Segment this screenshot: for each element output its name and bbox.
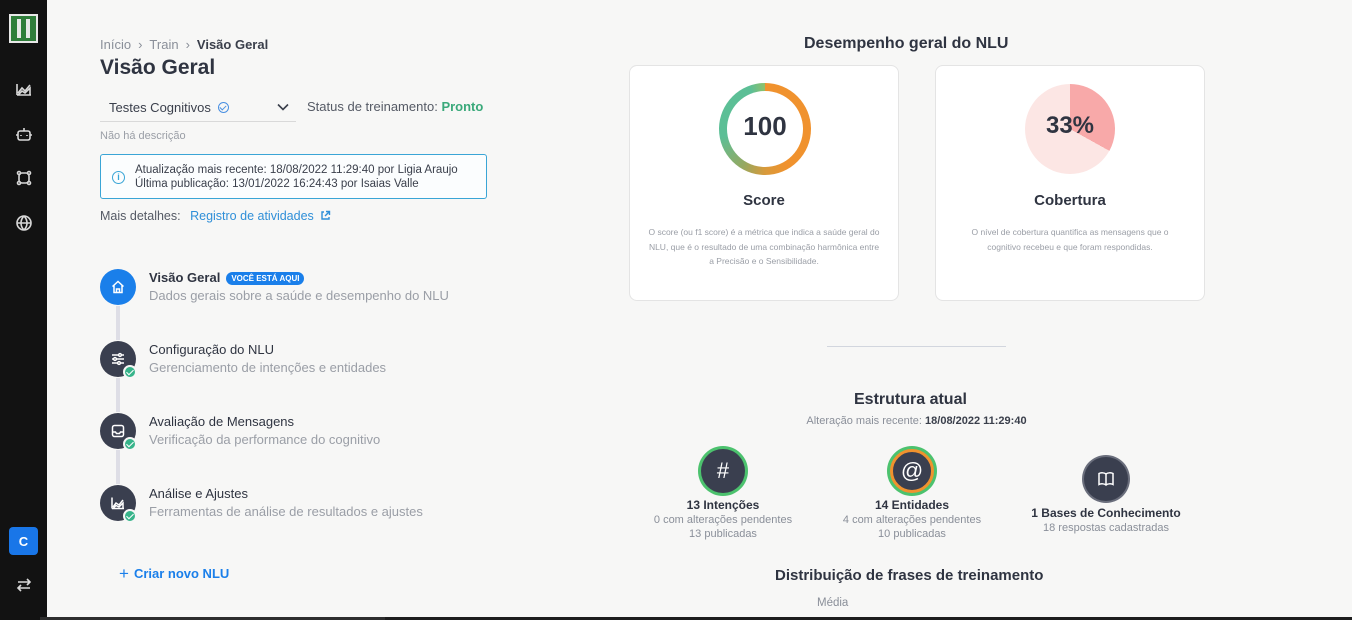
more-details: Mais detalhes: Registro de atividades bbox=[100, 209, 331, 223]
entities-pending: 4 com alterações pendentes bbox=[842, 514, 982, 526]
more-details-label: Mais detalhes: bbox=[100, 209, 181, 223]
intents-published: 13 publicadas bbox=[689, 528, 757, 540]
chevron-right-icon: › bbox=[138, 37, 143, 52]
nlu-description: Não há descrição bbox=[100, 130, 186, 142]
step-subtitle: Verificação da performance do cognitivo bbox=[149, 432, 381, 447]
step-analysis[interactable]: Análise e Ajustes Ferramentas de análise… bbox=[100, 485, 520, 525]
chart-line-icon[interactable] bbox=[12, 77, 36, 101]
step-subtitle: Dados gerais sobre a saúde e desempenho … bbox=[149, 288, 449, 303]
performance-title: Desempenho geral do NLU bbox=[804, 35, 1009, 52]
home-icon bbox=[100, 269, 136, 305]
hub-icon[interactable] bbox=[12, 166, 36, 190]
coverage-value: 33% bbox=[1045, 112, 1095, 139]
entities-label: 14 Entidades bbox=[874, 498, 950, 512]
step-title: Análise e Ajustes bbox=[149, 486, 249, 501]
sidebar: C bbox=[0, 0, 47, 620]
user-avatar[interactable]: C bbox=[9, 527, 38, 555]
training-status-label: Status de treinamento: bbox=[307, 99, 438, 114]
step-title: Avaliação de Mensagens bbox=[149, 414, 295, 429]
score-description: O score (ou f1 score) é a métrica que in… bbox=[648, 227, 880, 266]
entities-stat[interactable]: @ 14 Entidades 4 com alterações pendente… bbox=[802, 449, 1022, 540]
section-divider bbox=[827, 346, 1006, 347]
check-icon bbox=[123, 509, 137, 523]
distribution-media-label: Média bbox=[817, 597, 849, 609]
distribution-title: Distribuição de frases de treinamento bbox=[775, 567, 1044, 584]
breadcrumb-home[interactable]: Início bbox=[100, 37, 131, 52]
info-icon: i bbox=[112, 171, 125, 184]
book-icon bbox=[1084, 457, 1128, 501]
hash-icon: # bbox=[701, 449, 745, 493]
step-connector bbox=[116, 450, 120, 484]
knowledge-stat[interactable]: 1 Bases de Conhecimento 18 respostas cad… bbox=[996, 457, 1216, 534]
coverage-description: O nível de cobertura quantifica as mensa… bbox=[971, 227, 1169, 252]
score-title: Score bbox=[743, 192, 785, 209]
step-message-evaluation[interactable]: Avaliação de Mensagens Verificação da pe… bbox=[100, 413, 520, 453]
chevron-down-icon bbox=[277, 103, 289, 111]
score-card: 100 Score O score (ou f1 score) é a métr… bbox=[629, 65, 899, 301]
robot-icon[interactable] bbox=[12, 122, 36, 146]
breadcrumb-train[interactable]: Train bbox=[149, 37, 178, 52]
breadcrumb: Início › Train › Visão Geral bbox=[100, 37, 268, 52]
coverage-pie: 33% bbox=[1025, 84, 1115, 174]
entities-published: 10 publicadas bbox=[878, 528, 946, 540]
coverage-card: 33% Cobertura O nível de cobertura quant… bbox=[935, 65, 1205, 301]
update-info-box: i Atualização mais recente: 18/08/2022 1… bbox=[100, 154, 487, 199]
external-link-icon bbox=[321, 210, 331, 220]
step-overview[interactable]: Visão Geral VOCÊ ESTÁ AQUI Dados gerais s… bbox=[100, 269, 520, 309]
coverage-title: Cobertura bbox=[1034, 192, 1106, 209]
score-value: 100 bbox=[743, 111, 787, 141]
intents-label: 13 Intenções bbox=[686, 498, 760, 512]
at-sign-icon: @ bbox=[890, 449, 934, 493]
switch-arrows-icon[interactable] bbox=[12, 573, 36, 597]
step-title: Configuração do NLU bbox=[149, 342, 275, 357]
step-subtitle: Ferramentas de análise de resultados e a… bbox=[149, 504, 423, 519]
training-status-value: Pronto bbox=[441, 99, 484, 114]
training-status: Status de treinamento: Pronto bbox=[307, 99, 483, 114]
score-gauge: 100 bbox=[719, 83, 811, 175]
activity-log-link[interactable]: Registro de atividades bbox=[190, 209, 331, 223]
structure-change: Alteração mais recente: 18/08/2022 11:29… bbox=[806, 415, 1027, 427]
knowledge-label: 1 Bases de Conhecimento bbox=[1031, 506, 1181, 520]
nlu-select[interactable]: Testes Cognitivos bbox=[100, 93, 296, 122]
step-title: Visão Geral VOCÊ ESTÁ AQUI bbox=[149, 270, 305, 285]
intents-pending: 0 com alterações pendentes bbox=[653, 514, 793, 526]
app-logo[interactable] bbox=[9, 14, 38, 43]
step-subtitle: Gerenciamento de intenções e entidades bbox=[149, 360, 387, 375]
step-nlu-config[interactable]: Configuração do NLU Gerenciamento de int… bbox=[100, 341, 520, 381]
breadcrumb-current: Visão Geral bbox=[196, 37, 269, 52]
last-update-line: Atualização mais recente: 18/08/2022 11:… bbox=[135, 164, 458, 176]
globe-icon[interactable] bbox=[12, 211, 36, 235]
knowledge-answers: 18 respostas cadastradas bbox=[1043, 522, 1169, 534]
current-step-badge: VOCÊ ESTÁ AQUI bbox=[226, 272, 305, 285]
step-connector bbox=[116, 378, 120, 412]
last-publish-line: Última publicação: 13/01/2022 16:24:43 p… bbox=[135, 177, 419, 190]
plus-icon: + bbox=[119, 564, 129, 583]
page-title: Visão Geral bbox=[100, 56, 216, 79]
nlu-select-value: Testes Cognitivos bbox=[109, 99, 211, 115]
chevron-right-icon: › bbox=[185, 37, 190, 52]
intents-stat[interactable]: # 13 Intenções 0 com alterações pendente… bbox=[613, 449, 833, 540]
structure-title: Estrutura atual bbox=[854, 391, 967, 408]
verified-icon bbox=[217, 101, 229, 113]
check-icon bbox=[123, 365, 137, 379]
check-icon bbox=[123, 437, 137, 451]
step-connector bbox=[116, 306, 120, 340]
create-nlu-button[interactable]: + Criar novo NLU bbox=[119, 564, 229, 584]
